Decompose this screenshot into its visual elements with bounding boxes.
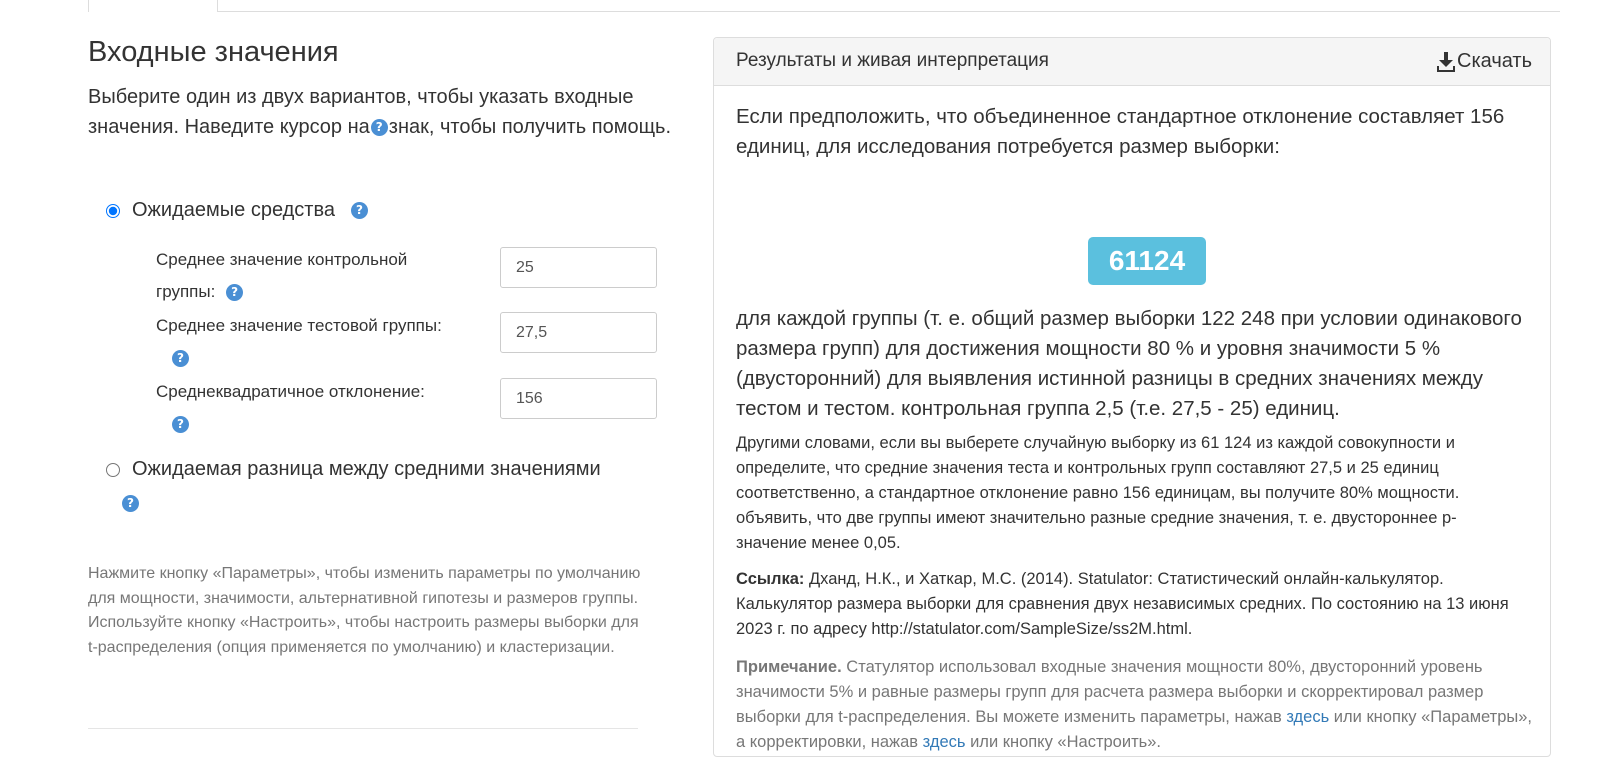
control-mean-input[interactable] <box>500 247 657 288</box>
result-text: для каждой группы (т. е. общий размер вы… <box>736 307 1522 420</box>
help-icon[interactable]: ? <box>122 495 139 512</box>
help-icon[interactable]: ? <box>226 284 244 302</box>
help-icon[interactable]: ? <box>172 416 189 434</box>
reference-label: Ссылка: <box>736 570 805 588</box>
note-body-3: или кнопку «Настроить». <box>970 733 1161 751</box>
radio-expected-means[interactable] <box>106 203 120 218</box>
active-tab[interactable] <box>88 0 218 12</box>
test-mean-input[interactable] <box>500 312 657 353</box>
intro-text: Выберите один из двух вариантов, чтобы у… <box>88 82 688 142</box>
results-panel: Результаты и живая интерпретация Скачать… <box>713 37 1551 757</box>
download-icon <box>1437 51 1455 72</box>
parameters-note: Нажмите кнопку «Параметры», чтобы измени… <box>88 565 641 656</box>
help-icon[interactable]: ? <box>172 350 189 368</box>
radio-expected-difference[interactable] <box>106 462 120 477</box>
test-mean-label: Среднее значение тестовой группы: ? <box>156 310 476 374</box>
intro-text-after: знак, чтобы получить помощь. <box>388 116 672 138</box>
note-label: Примечание. <box>736 658 842 676</box>
reference-body: Дханд, Н.К., и Хаткар, М.С. (2014). Stat… <box>736 570 1509 638</box>
option-expected-difference[interactable]: Ожидаемая разница между средними значени… <box>106 458 601 481</box>
reference-text: Ссылка: Дханд, Н.К., и Хаткар, М.С. (201… <box>736 567 1526 642</box>
help-icon: ? <box>370 119 388 137</box>
adjust-here-link[interactable]: здесь <box>923 733 966 751</box>
test-mean-label-text: Среднее значение тестовой группы: <box>156 316 442 335</box>
std-dev-label: Среднеквадратичное отклонение: ? <box>156 376 476 440</box>
option-expected-means-label: Ожидаемые средства <box>132 199 335 221</box>
note-text: Примечание. Статулятор использовал входн… <box>736 655 1536 755</box>
divider <box>88 728 638 729</box>
tab-divider <box>218 11 1560 12</box>
panel-header: Результаты и живая интерпретация Скачать <box>714 38 1550 86</box>
option-expected-difference-label: Ожидаемая разница между средними значени… <box>132 458 601 480</box>
help-icon[interactable]: ? <box>351 202 368 219</box>
other-words-text: Другими словами, если вы выберете случай… <box>736 434 1460 552</box>
lead-text: Если предположить, что объединенное стан… <box>736 105 1505 158</box>
panel-title: Результаты и живая интерпретация <box>736 50 1049 71</box>
option-expected-means[interactable]: Ожидаемые средства ? <box>106 199 368 222</box>
download-button[interactable]: Скачать <box>1437 50 1532 73</box>
download-label: Скачать <box>1457 50 1532 72</box>
std-dev-label-text: Среднеквадратичное отклонение: <box>156 382 425 401</box>
section-heading: Входные значения <box>88 36 339 68</box>
control-mean-label: Среднее значение контрольной группы: ? <box>156 244 446 308</box>
parameters-here-link[interactable]: здесь <box>1286 708 1329 726</box>
sample-size-badge: 61124 <box>1088 237 1206 285</box>
tab-strip <box>88 0 1560 12</box>
control-mean-label-text: Среднее значение контрольной группы: <box>156 250 408 301</box>
std-dev-input[interactable] <box>500 378 657 419</box>
